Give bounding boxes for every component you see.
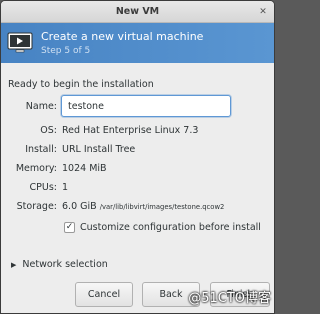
wizard-step: Step 5 of 5 xyxy=(41,45,91,56)
close-icon[interactable]: ✕ xyxy=(257,6,269,18)
storage-value: 6.0 GiB /var/lib/libvirt/images/testone.… xyxy=(62,201,224,212)
os-label: OS: xyxy=(40,125,57,136)
wizard-title: Create a new virtual machine xyxy=(41,29,204,43)
network-label[interactable]: Network selection xyxy=(22,259,107,270)
memory-value: 1024 MiB xyxy=(62,163,107,174)
name-row: Name: testone xyxy=(1,95,274,117)
customize-label[interactable]: Customize configuration before install xyxy=(80,222,261,233)
section-label: Ready to begin the installation xyxy=(8,79,154,90)
watermark: @51CTO博客 xyxy=(188,291,271,306)
cpus-row: CPUs: 1 xyxy=(1,182,274,193)
monitor-play-icon xyxy=(7,32,33,53)
new-vm-dialog: New VM ✕ Create a new virtual machine St… xyxy=(0,0,275,314)
install-row: Install: URL Install Tree xyxy=(1,144,274,155)
install-label: Install: xyxy=(25,144,57,155)
customize-checkbox[interactable]: ✓ xyxy=(64,222,75,233)
network-expander[interactable]: ▶ Network selection xyxy=(11,259,108,270)
window-title: New VM xyxy=(115,6,160,17)
os-row: OS: Red Hat Enterprise Linux 7.3 xyxy=(1,125,274,136)
title-bar: New VM ✕ xyxy=(1,1,274,23)
memory-label: Memory: xyxy=(15,163,57,174)
wizard-banner: Create a new virtual machine Step 5 of 5 xyxy=(1,23,274,63)
customize-row[interactable]: ✓ Customize configuration before install xyxy=(64,222,261,233)
os-value: Red Hat Enterprise Linux 7.3 xyxy=(62,125,199,136)
cpus-value: 1 xyxy=(62,182,69,193)
install-value: URL Install Tree xyxy=(62,144,136,155)
name-input[interactable]: testone xyxy=(61,95,231,117)
memory-row: Memory: 1024 MiB xyxy=(1,163,274,174)
storage-size: 6.0 GiB xyxy=(62,201,97,212)
storage-path: /var/lib/libvirt/images/testone.qcow2 xyxy=(99,203,225,211)
cpus-label: CPUs: xyxy=(29,182,57,193)
name-label: Name: xyxy=(25,100,57,112)
storage-row: Storage: 6.0 GiB /var/lib/libvirt/images… xyxy=(1,201,274,212)
cancel-button[interactable]: Cancel xyxy=(75,282,133,307)
storage-label: Storage: xyxy=(16,201,57,212)
expander-arrow-icon[interactable]: ▶ xyxy=(11,261,16,269)
